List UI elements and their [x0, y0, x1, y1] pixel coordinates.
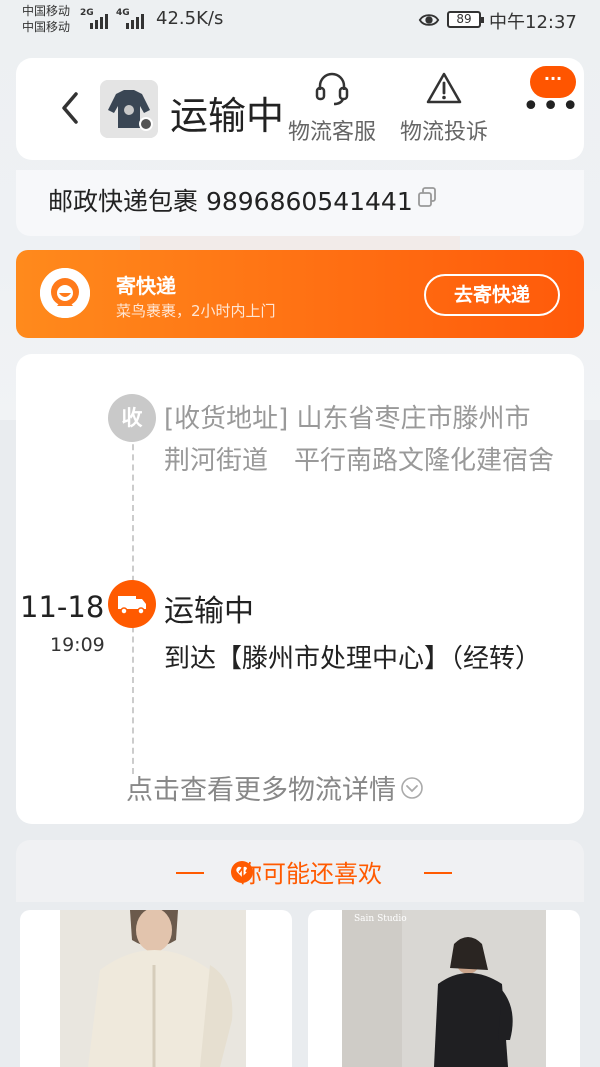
event-description: 到达【滕州市处理中心】（经转） [164, 644, 542, 674]
back-icon[interactable] [52, 88, 92, 128]
more-icon: ••• [522, 89, 582, 124]
warning-icon [426, 72, 462, 104]
send-express-button[interactable]: 去寄快递 [424, 274, 560, 316]
carrier-2: 中国移动 [22, 20, 71, 34]
product-image [342, 910, 546, 1067]
signal-icon [90, 9, 108, 29]
carrier-1: 中国移动 [22, 4, 71, 18]
eye-comfort-icon [418, 14, 440, 26]
logistics-service-label: 物流客服 [287, 120, 376, 145]
send-express-banner[interactable]: 寄快递 菜鸟裹裹，2小时内上门 去寄快递 [16, 250, 584, 338]
net-speed: 42.5K/s [156, 8, 224, 29]
product-card[interactable] [20, 910, 292, 1067]
chevron-down-icon [401, 776, 423, 799]
carrier-labels: 中国移动 中国移动 [22, 3, 70, 35]
promo-subtitle: 菜鸟裹裹，2小时内上门 [116, 302, 276, 320]
recommend-title: 你可能还喜欢 [238, 860, 382, 888]
product-image [60, 910, 246, 1067]
logistics-service-button[interactable]: 物流客服 [282, 68, 382, 146]
recommend-header: 你可能还喜欢 [16, 840, 584, 902]
model-puffer-jacket-image-icon [60, 910, 246, 1067]
transit-node [108, 580, 156, 628]
event-time: 19:09 [50, 634, 105, 656]
product-card[interactable]: Sain Studio [308, 910, 580, 1067]
logistics-complaint-button[interactable]: 物流投诉 [394, 68, 494, 146]
clock: 中午12:37 [489, 12, 577, 33]
recommend-line-right [424, 872, 452, 874]
receive-address: [收货地址] 山东省枣庄市滕州市 荆河街道 平行南路文隆化建宿舍 [164, 404, 555, 476]
event-date: 11-18 [20, 590, 105, 624]
signal-icon-2 [126, 9, 144, 29]
copy-icon[interactable] [416, 186, 438, 208]
view-more-label: 点击查看更多物流详情 [126, 775, 396, 806]
page-title: 运输中 [170, 94, 285, 138]
header-card: 运输中 物流客服 物流投诉 ••• ··· [16, 58, 584, 160]
logistics-timeline: 收 [收货地址] 山东省枣庄市滕州市 荆河街道 平行南路文隆化建宿舍 11-18… [16, 354, 584, 824]
view-more-details-link[interactable]: 点击查看更多物流详情 [126, 768, 424, 807]
promo-title: 寄快递 [116, 274, 176, 298]
battery-icon: 89 [447, 11, 484, 28]
product-brand-label: Sain Studio [354, 914, 407, 924]
headset-icon [315, 72, 349, 106]
tracking-number: 邮政快递包裹 9896860541441 [48, 187, 413, 216]
truck-icon [118, 596, 146, 615]
status-bar: 中国移动 中国移动 2G 4G 42.5K/s 89 中午12:37 [0, 0, 600, 40]
product-thumbnail[interactable] [100, 80, 158, 138]
logistics-complaint-label: 物流投诉 [399, 120, 488, 145]
sweater-image-icon [100, 80, 158, 138]
cainiao-logo-icon [40, 268, 90, 318]
tracking-card: 邮政快递包裹 9896860541441 [16, 170, 584, 236]
more-badge: ··· [530, 66, 576, 98]
receive-node: 收 [108, 394, 156, 442]
event-status: 运输中 [164, 594, 254, 629]
model-black-jacket-image-icon [342, 910, 546, 1067]
